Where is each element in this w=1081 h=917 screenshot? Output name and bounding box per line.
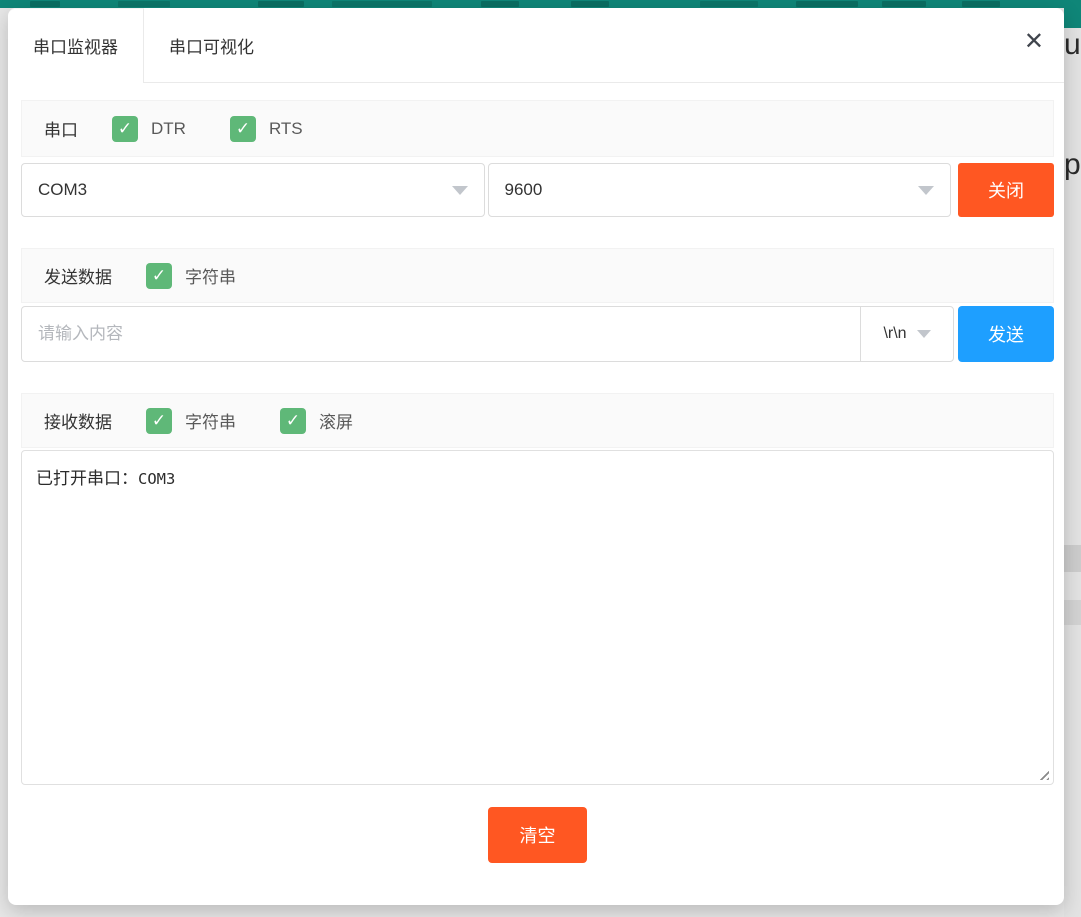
close-port-button[interactable]: 关闭 (958, 163, 1054, 217)
toolbar-fragment (332, 1, 432, 7)
check-icon: ✓ (280, 408, 306, 434)
toolbar-fragment (882, 1, 926, 7)
log-port-value: COM3 (138, 470, 175, 488)
check-icon: ✓ (230, 116, 256, 142)
background-block (1064, 600, 1081, 625)
rts-label: RTS (269, 119, 303, 139)
toolbar-fragment (481, 1, 519, 7)
send-data-header: 发送数据 ✓ 字符串 (21, 248, 1054, 303)
receive-data-label: 接收数据 (44, 408, 112, 433)
dtr-label: DTR (151, 119, 186, 139)
background-partial-text: u (1064, 28, 1081, 62)
background-page-strip: u p (1064, 8, 1081, 917)
send-input-group: \r\n (21, 306, 954, 362)
background-partial-text: p (1064, 148, 1081, 182)
clear-button[interactable]: 清空 (488, 807, 587, 863)
port-select[interactable]: COM3 (21, 163, 485, 217)
baudrate-select[interactable]: 9600 (488, 163, 952, 217)
send-content-input[interactable] (22, 307, 860, 361)
tab-serial-monitor[interactable]: 串口监视器 (8, 8, 144, 82)
resize-grip[interactable] (1036, 767, 1049, 780)
serial-port-header: 串口 ✓ DTR ✓ RTS (21, 100, 1054, 157)
chevron-down-icon (917, 330, 931, 338)
close-icon[interactable]: ✕ (1024, 30, 1044, 54)
chevron-down-icon (918, 186, 934, 195)
baudrate-select-value: 9600 (505, 180, 543, 200)
serial-monitor-dialog: 串口监视器 串口可视化 ✕ 串口 ✓ DTR ✓ RTS COM3 (8, 8, 1064, 905)
send-data-label: 发送数据 (44, 263, 112, 288)
background-navbar-edge (1064, 8, 1081, 28)
send-string-checkbox[interactable]: ✓ 字符串 (146, 263, 236, 289)
tab-label: 串口可视化 (169, 33, 254, 58)
dialog-content: 串口 ✓ DTR ✓ RTS COM3 9600 (8, 100, 1064, 863)
log-prefix: 已打开串口： (36, 469, 138, 488)
serial-port-section: 串口 ✓ DTR ✓ RTS COM3 9600 (21, 100, 1054, 217)
clear-button-row: 清空 (21, 807, 1054, 863)
autoscroll-label: 滚屏 (319, 408, 353, 433)
toolbar-fragment (118, 1, 170, 7)
check-icon: ✓ (112, 116, 138, 142)
line-ending-value: \r\n (883, 325, 906, 343)
rts-checkbox[interactable]: ✓ RTS (230, 116, 303, 142)
receive-log-area[interactable]: 已打开串口：COM3 (21, 450, 1054, 785)
dtr-checkbox[interactable]: ✓ DTR (112, 116, 186, 142)
check-icon: ✓ (146, 263, 172, 289)
chevron-down-icon (452, 186, 468, 195)
send-button[interactable]: 发送 (958, 306, 1054, 362)
port-select-value: COM3 (38, 180, 87, 200)
toolbar-fragment (700, 1, 758, 7)
serial-port-controls: COM3 9600 关闭 (21, 163, 1054, 217)
toolbar-fragment (30, 1, 60, 7)
toolbar-fragment (796, 1, 858, 7)
send-data-section: 发送数据 ✓ 字符串 \r\n 发送 (21, 248, 1054, 362)
background-block (1064, 545, 1081, 572)
toolbar-fragment (962, 1, 1000, 7)
receive-data-section: 接收数据 ✓ 字符串 ✓ 滚屏 已打开串口：COM3 (21, 393, 1054, 785)
toolbar-fragment (571, 1, 609, 7)
serial-port-label: 串口 (44, 116, 78, 141)
receive-string-checkbox[interactable]: ✓ 字符串 (146, 408, 236, 434)
toolbar-fragment (258, 1, 304, 7)
receive-string-label: 字符串 (185, 408, 236, 433)
line-ending-select[interactable]: \r\n (860, 307, 953, 361)
tab-label: 串口监视器 (33, 33, 118, 58)
autoscroll-checkbox[interactable]: ✓ 滚屏 (280, 408, 353, 434)
check-icon: ✓ (146, 408, 172, 434)
send-string-label: 字符串 (185, 263, 236, 288)
background-toolbar (0, 0, 1081, 8)
receive-data-header: 接收数据 ✓ 字符串 ✓ 滚屏 (21, 393, 1054, 448)
tab-serial-visualization[interactable]: 串口可视化 (144, 8, 279, 82)
dialog-tabbar: 串口监视器 串口可视化 ✕ (8, 8, 1064, 83)
send-data-controls: \r\n 发送 (21, 306, 1054, 362)
